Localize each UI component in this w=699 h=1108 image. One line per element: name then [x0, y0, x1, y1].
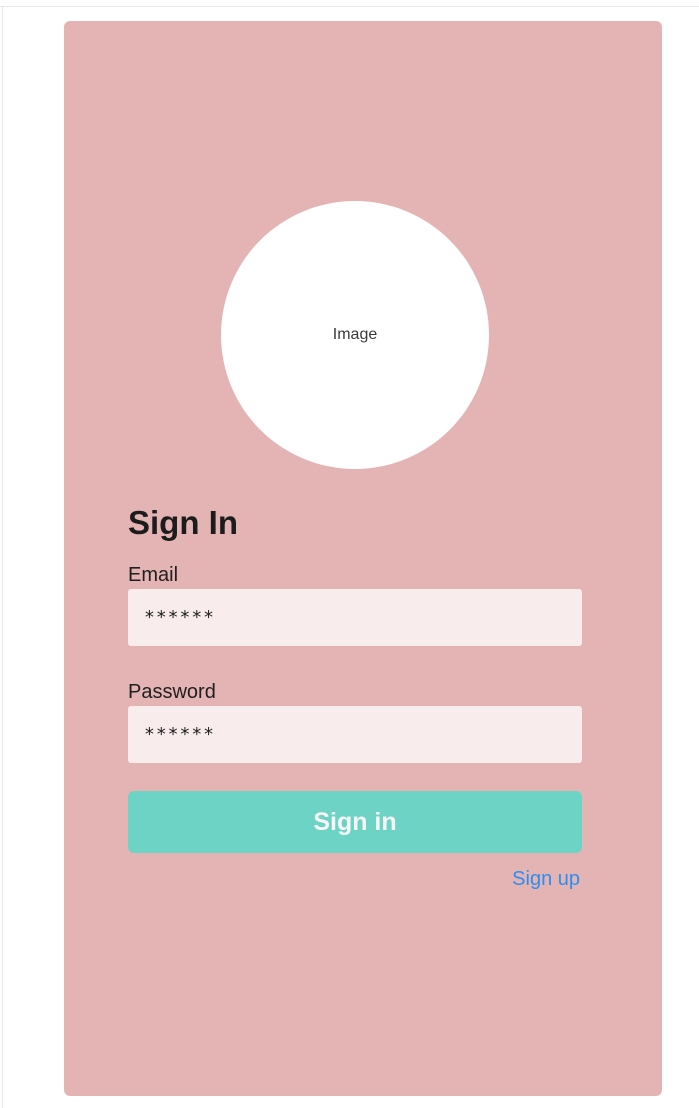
signin-card: Image Sign In Email Password Sign in Sig… — [64, 21, 662, 1096]
signin-form: Sign In Email Password Sign in Sign up — [128, 501, 582, 891]
signup-link[interactable]: Sign up — [512, 868, 580, 890]
page-left-border — [2, 6, 3, 1108]
page-top-border — [0, 6, 699, 7]
password-label: Password — [128, 681, 216, 703]
email-label: Email — [128, 564, 179, 586]
signup-row: Sign up — [128, 868, 582, 891]
signin-title: Sign In — [128, 504, 238, 541]
profile-image-placeholder: Image — [221, 201, 489, 469]
email-field[interactable] — [128, 589, 582, 646]
signin-button[interactable]: Sign in — [128, 791, 582, 853]
image-placeholder-label: Image — [332, 326, 378, 343]
password-field[interactable] — [128, 706, 582, 763]
